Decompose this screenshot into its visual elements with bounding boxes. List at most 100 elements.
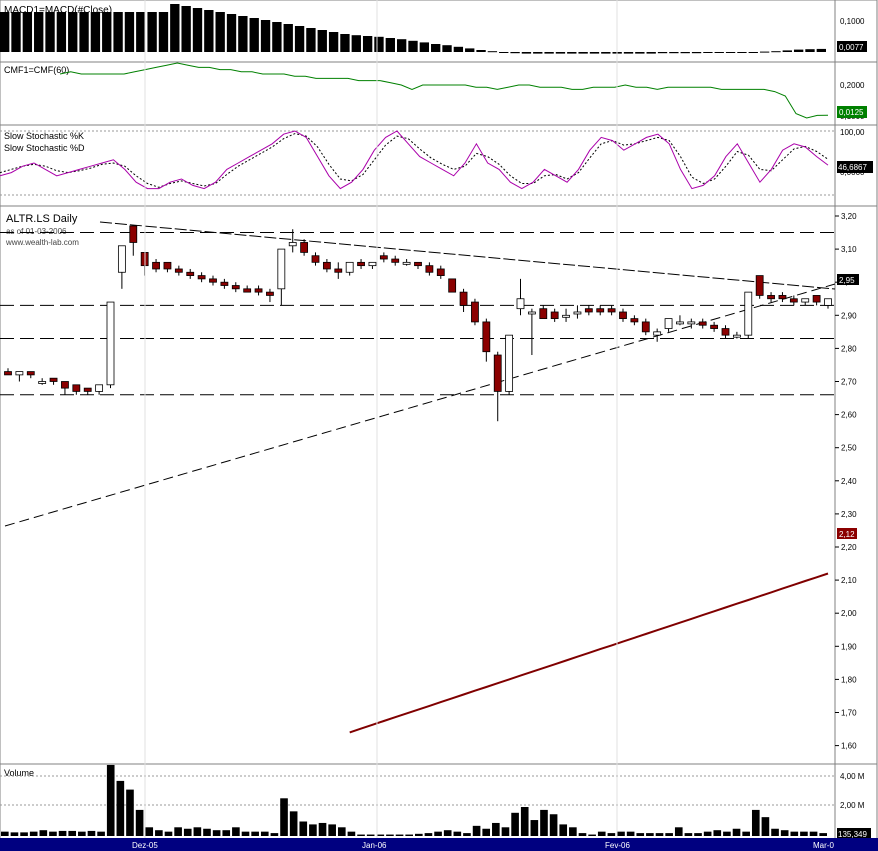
candle-body bbox=[630, 318, 639, 323]
price-tick-label: 2,00 bbox=[841, 609, 857, 618]
volume-bar bbox=[183, 828, 192, 836]
candle bbox=[505, 334, 514, 395]
macd-bar bbox=[453, 46, 464, 52]
candle-body bbox=[425, 265, 434, 273]
candle-body bbox=[49, 377, 58, 382]
candle-body bbox=[117, 245, 126, 273]
candle-body bbox=[824, 298, 832, 306]
volume-bar bbox=[809, 831, 818, 836]
x-axis-label: Dez-05 bbox=[132, 841, 158, 850]
price-tick-label: 2,70 bbox=[841, 378, 857, 387]
macd-bar bbox=[555, 52, 566, 54]
candle-body bbox=[641, 321, 650, 333]
volume-bar bbox=[145, 827, 154, 836]
macd-bar bbox=[601, 52, 611, 54]
chart-frame bbox=[0, 0, 878, 851]
candle-body bbox=[38, 381, 47, 384]
candle-body bbox=[379, 255, 388, 260]
candle-body bbox=[664, 318, 673, 329]
candle bbox=[471, 298, 479, 326]
candle-body bbox=[812, 295, 821, 303]
cmf-title: CMF1=CMF(60) bbox=[4, 65, 69, 75]
macd-bar bbox=[567, 52, 577, 54]
candle-body bbox=[767, 295, 775, 300]
volume-bar bbox=[87, 830, 96, 836]
volume-bar bbox=[674, 827, 683, 836]
volume-bar bbox=[29, 831, 38, 836]
candle bbox=[755, 275, 764, 299]
volume-bar bbox=[684, 833, 693, 836]
macd-bar bbox=[181, 6, 191, 52]
volume-bar bbox=[376, 834, 385, 836]
candle-body bbox=[562, 314, 570, 318]
volume-bar bbox=[386, 834, 394, 836]
candle-body bbox=[4, 371, 12, 376]
volume-bar bbox=[780, 830, 789, 836]
macd-bar bbox=[124, 12, 135, 52]
macd-bar bbox=[714, 52, 724, 53]
price-tick-label: 1,70 bbox=[841, 709, 857, 718]
macd-bar bbox=[260, 20, 271, 52]
macd-bar bbox=[294, 26, 305, 52]
macd-last-label: 0,0077 bbox=[839, 43, 864, 52]
macd-bar bbox=[499, 52, 509, 53]
volume-bar bbox=[520, 807, 529, 836]
candle-body bbox=[391, 258, 400, 263]
macd-bar bbox=[11, 12, 21, 52]
volume-bar bbox=[309, 824, 317, 836]
macd-bar bbox=[408, 40, 418, 52]
macd-bar bbox=[374, 36, 384, 52]
volume-bar bbox=[723, 831, 731, 836]
candle-body bbox=[744, 291, 753, 336]
macd-tick-label: 0,1000 bbox=[840, 17, 865, 26]
price-title: ALTR.LS Daily bbox=[6, 213, 78, 225]
volume-bar bbox=[771, 828, 779, 836]
volume-tick-label: 2,00 M bbox=[840, 801, 865, 810]
x-axis-label: Jan-06 bbox=[362, 841, 387, 850]
macd-bar bbox=[544, 52, 554, 54]
price-tick-label: 2,60 bbox=[841, 411, 857, 420]
candle-body bbox=[231, 285, 240, 290]
candle-body bbox=[61, 381, 69, 389]
volume-bar bbox=[655, 833, 664, 836]
candle-body bbox=[402, 261, 411, 265]
volume-bar bbox=[434, 831, 442, 836]
volume-bar bbox=[357, 834, 365, 836]
price-tick-label: 3,20 bbox=[841, 212, 857, 221]
volume-bar bbox=[415, 833, 423, 836]
candle-body bbox=[687, 321, 696, 325]
candle-body bbox=[288, 242, 297, 247]
volume-bar bbox=[472, 825, 481, 836]
macd-bar bbox=[328, 32, 339, 52]
candle-body bbox=[15, 371, 24, 376]
volume-bar bbox=[155, 830, 163, 836]
macd-bar bbox=[34, 12, 44, 52]
macd-bar bbox=[0, 12, 10, 52]
macd-bar bbox=[136, 12, 146, 52]
macd-bar bbox=[56, 12, 67, 52]
candle-body bbox=[448, 278, 457, 293]
candle-body bbox=[436, 268, 445, 276]
macd-bar bbox=[510, 52, 520, 54]
candle-body bbox=[778, 295, 787, 300]
volume-bar bbox=[106, 764, 115, 836]
macd-bar bbox=[669, 52, 679, 54]
macd-bar bbox=[589, 52, 600, 54]
volume-bar bbox=[819, 833, 827, 836]
volume-bar bbox=[636, 833, 645, 836]
candle-body bbox=[710, 324, 719, 329]
volume-bar bbox=[742, 831, 750, 836]
candle-body bbox=[493, 354, 502, 392]
volume-bar bbox=[10, 832, 19, 836]
macd-bar bbox=[533, 52, 543, 54]
candle-body bbox=[607, 308, 616, 313]
macd-bar bbox=[419, 42, 430, 52]
price-tick-label: 2,10 bbox=[841, 576, 857, 585]
volume-bar bbox=[174, 827, 182, 836]
volume-bar bbox=[761, 817, 770, 836]
macd-bar bbox=[272, 22, 282, 52]
macd-bar bbox=[45, 12, 55, 52]
candle-body bbox=[584, 308, 593, 313]
x-axis-label: Fev-06 bbox=[605, 841, 630, 850]
volume-bar bbox=[20, 832, 28, 836]
